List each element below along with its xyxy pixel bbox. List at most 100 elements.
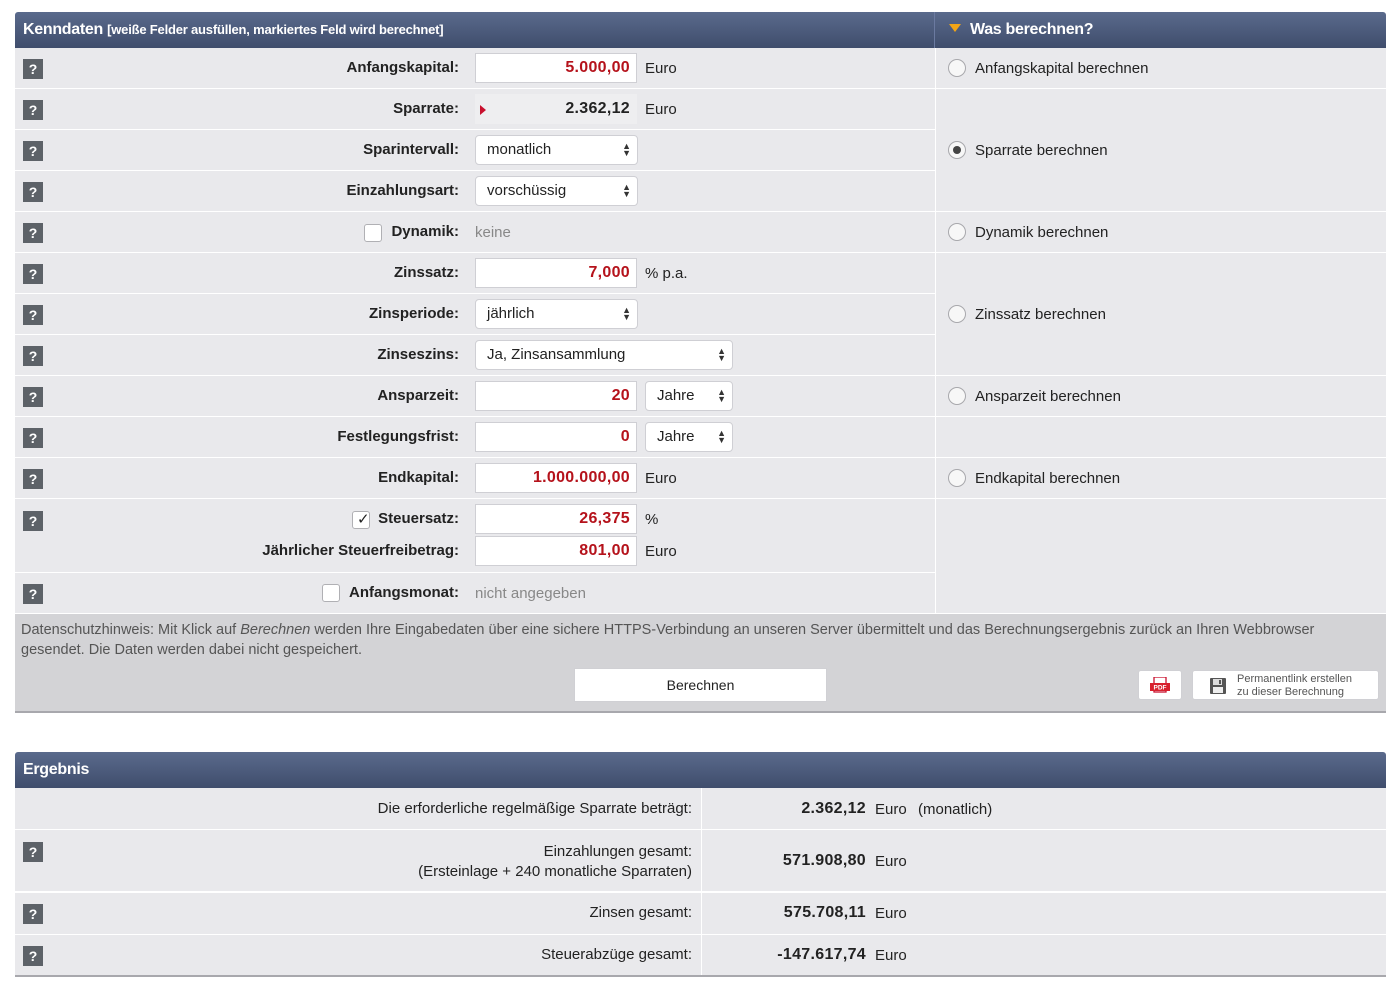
dynamik-checkbox[interactable] bbox=[364, 224, 382, 242]
result-label-cell: Die erforderliche regelmäßige Sparrate b… bbox=[15, 788, 701, 829]
zinseszins-select[interactable]: Ja, Zinsansammlung ▲ ▼ bbox=[475, 340, 733, 370]
result-label: Die erforderliche regelmäßige Sparrate b… bbox=[377, 800, 692, 817]
steuersatz-checkbox[interactable]: ✓ bbox=[352, 511, 370, 529]
help-icon[interactable]: ? bbox=[23, 946, 43, 966]
help-icon[interactable]: ? bbox=[23, 511, 43, 531]
radio-anfangskapital-label[interactable]: Anfangskapital berechnen bbox=[975, 59, 1148, 79]
ergebnis-panel: Ergebnis Die erforderliche regelmäßige S… bbox=[15, 752, 1386, 978]
privacy-note: Datenschutzhinweis: Mit Klick auf Berech… bbox=[21, 622, 1315, 658]
result-row-einzahlungen: ? Einzahlungen gesamt: (Ersteinlage + 24… bbox=[15, 830, 1386, 892]
radio-endkapital-label[interactable]: Endkapital berechnen bbox=[975, 469, 1120, 489]
pdf-button[interactable]: PDF bbox=[1138, 670, 1182, 700]
endkapital-label: Endkapital: bbox=[378, 469, 459, 486]
was-berechnen-title: Was berechnen? bbox=[949, 12, 1094, 48]
radio-cell-ansparzeit: Ansparzeit berechnen bbox=[935, 376, 1386, 417]
radio-ansparzeit-label[interactable]: Ansparzeit berechnen bbox=[975, 387, 1121, 407]
steuersatz-input[interactable]: 26,375 bbox=[475, 504, 637, 534]
ansparzeit-unit-select[interactable]: Jahre ▲ ▼ bbox=[645, 381, 733, 411]
help-icon[interactable]: ? bbox=[23, 223, 43, 243]
sparintervall-select[interactable]: monatlich ▲ ▼ bbox=[475, 135, 638, 165]
festlegungsfrist-unit-select[interactable]: Jahre ▲ ▼ bbox=[645, 422, 733, 452]
select-arrows-icon: ▲ ▼ bbox=[622, 182, 631, 199]
result-unit: Euro bbox=[875, 801, 907, 818]
select-arrows-icon: ▲ ▼ bbox=[717, 428, 726, 445]
select-arrows-icon: ▲ ▼ bbox=[622, 141, 631, 158]
berechnen-button[interactable]: Berechnen bbox=[574, 668, 827, 702]
zinssatz-input[interactable]: 7,000 bbox=[475, 258, 637, 288]
calculated-marker-icon bbox=[480, 105, 486, 115]
radio-sparrate-label[interactable]: Sparrate berechnen bbox=[975, 141, 1108, 161]
row-steuer: ? ✓ Steuersatz: 26,375 % Jährlicher Steu… bbox=[15, 499, 935, 573]
row-ansparzeit: ? Ansparzeit: 20 Jahre ▲ ▼ bbox=[15, 376, 935, 417]
row-anfangskapital: ? Anfangskapital: 5.000,00 Euro bbox=[15, 48, 935, 89]
radio-cell-empty bbox=[935, 499, 1386, 614]
ansparzeit-input[interactable]: 20 bbox=[475, 381, 637, 411]
radio-zinssatz[interactable] bbox=[948, 305, 966, 323]
anfangskapital-label: Anfangskapital: bbox=[346, 59, 459, 76]
help-icon[interactable]: ? bbox=[23, 428, 43, 448]
result-value: 575.708,11 bbox=[783, 904, 866, 921]
radio-dynamik-label[interactable]: Dynamik berechnen bbox=[975, 223, 1108, 243]
radio-cell-zinssatz: Zinssatz berechnen bbox=[935, 253, 1386, 376]
anfangskapital-input[interactable]: 5.000,00 bbox=[475, 53, 637, 83]
ansparzeit-label: Ansparzeit: bbox=[377, 387, 459, 404]
sparrate-result-field: 2.362,12 bbox=[475, 94, 637, 124]
column-divider bbox=[701, 893, 702, 935]
help-icon[interactable]: ? bbox=[23, 387, 43, 407]
radio-sparrate[interactable] bbox=[948, 141, 966, 159]
ergebnis-title: Ergebnis bbox=[23, 761, 90, 778]
dynamik-label: Dynamik: bbox=[391, 223, 459, 240]
zinssatz-label: Zinssatz: bbox=[393, 264, 459, 281]
endkapital-input[interactable]: 1.000.000,00 bbox=[475, 463, 637, 493]
steuerfreibetrag-label: Jährlicher Steuerfreibetrag: bbox=[262, 542, 459, 559]
dynamik-value: keine bbox=[475, 224, 511, 241]
anfangsmonat-value: nicht angegeben bbox=[475, 585, 586, 602]
radio-anfangskapital[interactable] bbox=[948, 59, 966, 77]
festlegungsfrist-input[interactable]: 0 bbox=[475, 422, 637, 452]
zinsperiode-select[interactable]: jährlich ▲ ▼ bbox=[475, 299, 638, 329]
help-icon[interactable]: ? bbox=[23, 59, 43, 79]
help-icon[interactable]: ? bbox=[23, 842, 43, 862]
help-icon[interactable]: ? bbox=[23, 305, 43, 325]
result-value: 2.362,12 bbox=[801, 800, 866, 817]
radio-cell-endkapital: Endkapital berechnen bbox=[935, 458, 1386, 499]
radio-dynamik[interactable] bbox=[948, 223, 966, 241]
radio-ansparzeit[interactable] bbox=[948, 387, 966, 405]
result-unit: Euro bbox=[875, 947, 907, 964]
permalink-button[interactable]: Permanentlink erstellen zu dieser Berech… bbox=[1192, 670, 1379, 700]
result-row-zinsen: ? Zinsen gesamt: 575.708,11 Euro bbox=[15, 893, 1386, 935]
help-icon[interactable]: ? bbox=[23, 584, 43, 604]
row-endkapital: ? Endkapital: 1.000.000,00 Euro bbox=[15, 458, 935, 499]
result-value: 571.908,80 bbox=[782, 852, 866, 869]
row-einzahlungsart: ? Einzahlungsart: vorschüssig ▲ ▼ bbox=[15, 171, 935, 212]
einzahlungsart-label: Einzahlungsart: bbox=[346, 182, 459, 199]
help-icon[interactable]: ? bbox=[23, 264, 43, 284]
kenndaten-title: Kenndaten [weiße Felder ausfüllen, marki… bbox=[23, 21, 444, 38]
festlegungsfrist-label: Festlegungsfrist: bbox=[337, 428, 459, 445]
result-unit: Euro bbox=[875, 905, 907, 922]
collapse-triangle-icon[interactable] bbox=[949, 24, 961, 32]
row-zinsperiode: ? Zinsperiode: jährlich ▲ ▼ bbox=[15, 294, 935, 335]
zinseszins-label: Zinseszins: bbox=[377, 346, 459, 363]
kenndaten-footer: Datenschutzhinweis: Mit Klick auf Berech… bbox=[15, 614, 1386, 713]
help-icon[interactable]: ? bbox=[23, 100, 43, 120]
result-interval: (monatlich) bbox=[918, 801, 993, 818]
result-row-steuerabzuege: ? Steuerabzüge gesamt: -147.617,74 Euro bbox=[15, 935, 1386, 977]
help-icon[interactable]: ? bbox=[23, 182, 43, 202]
anfangsmonat-checkbox[interactable] bbox=[322, 584, 340, 602]
radio-cell-sparrate: Sparrate berechnen bbox=[935, 89, 1386, 212]
help-icon[interactable]: ? bbox=[23, 141, 43, 161]
ergebnis-header: Ergebnis bbox=[15, 752, 1386, 788]
radio-endkapital[interactable] bbox=[948, 469, 966, 487]
row-sparintervall: ? Sparintervall: monatlich ▲ ▼ bbox=[15, 130, 935, 171]
header-divider bbox=[934, 12, 935, 48]
help-icon[interactable]: ? bbox=[23, 346, 43, 366]
help-icon[interactable]: ? bbox=[23, 904, 43, 924]
radio-zinssatz-label[interactable]: Zinssatz berechnen bbox=[975, 305, 1106, 325]
result-label: Einzahlungen gesamt: (Ersteinlage + 240 … bbox=[418, 843, 692, 880]
einzahlungsart-select[interactable]: vorschüssig ▲ ▼ bbox=[475, 176, 638, 206]
help-icon[interactable]: ? bbox=[23, 469, 43, 489]
result-label: Steuerabzüge gesamt: bbox=[541, 946, 692, 963]
steuerfreibetrag-input[interactable]: 801,00 bbox=[475, 536, 637, 566]
radio-cell-empty bbox=[935, 417, 1386, 458]
